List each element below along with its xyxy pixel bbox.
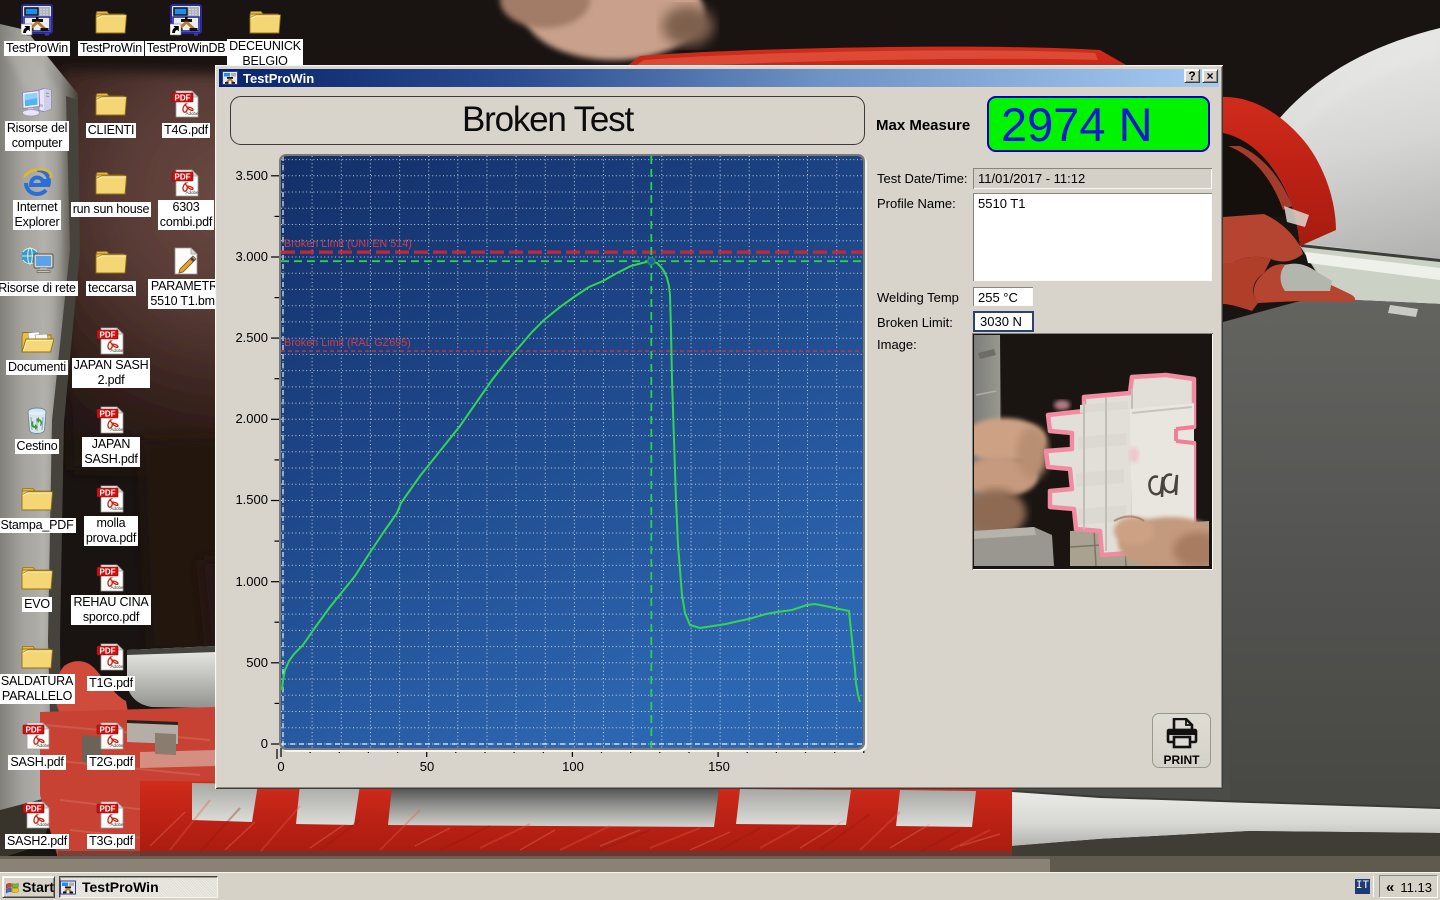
svg-text:Adobe: Adobe: [110, 585, 124, 590]
svg-text:Adobe: Adobe: [110, 348, 124, 353]
svg-text:PDF: PDF: [100, 805, 116, 814]
svg-text:PDF: PDF: [100, 331, 116, 340]
svg-text:Adobe: Adobe: [110, 822, 124, 827]
svg-text:PDF: PDF: [100, 568, 116, 577]
svg-text:Broken Limit (UNI EN 514): Broken Limit (UNI EN 514): [284, 238, 412, 250]
svg-text:PDF: PDF: [100, 726, 116, 735]
svg-text:Adobe: Adobe: [185, 190, 199, 195]
svg-text:Adobe: Adobe: [110, 506, 124, 511]
svg-text:Adobe: Adobe: [36, 822, 50, 827]
svg-text:PDF: PDF: [100, 410, 116, 419]
svg-text:PDF: PDF: [175, 94, 191, 103]
svg-text:PDF: PDF: [100, 647, 116, 656]
svg-text:PDF: PDF: [26, 726, 42, 735]
svg-text:Broken Limit (RAL GZ695): Broken Limit (RAL GZ695): [284, 337, 411, 349]
svg-text:PDF: PDF: [26, 805, 42, 814]
svg-text:PDF: PDF: [100, 489, 116, 498]
svg-text:Adobe: Adobe: [185, 111, 199, 116]
svg-text:PDF: PDF: [175, 173, 191, 182]
svg-text:Adobe: Adobe: [110, 427, 124, 432]
svg-text:Adobe: Adobe: [110, 664, 124, 669]
svg-text:Adobe: Adobe: [36, 743, 50, 748]
svg-text:Adobe: Adobe: [110, 743, 124, 748]
